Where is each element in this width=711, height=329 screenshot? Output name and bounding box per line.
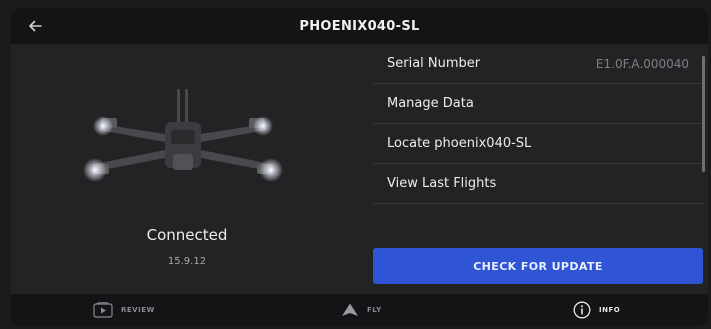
fly-arrow-icon: [342, 303, 358, 316]
nav-fly[interactable]: FLY: [341, 294, 382, 326]
serial-number-row[interactable]: Serial Number E1.0F.A.000040: [373, 44, 703, 84]
app-window: PHOENIX040-SL Connected 15.9.12 Serial N…: [11, 8, 708, 326]
page-title: PHOENIX040-SL: [299, 18, 420, 34]
nav-info-label: INFO: [599, 306, 621, 314]
drone-image: [83, 89, 283, 182]
nav-fly-label: FLY: [367, 306, 382, 314]
view-last-flights-row[interactable]: View Last Flights: [373, 164, 703, 204]
manage-data-label: Manage Data: [387, 96, 474, 111]
device-panel: Connected 15.9.12: [11, 44, 363, 294]
info-icon: [573, 301, 591, 319]
faded-list-row: [387, 214, 689, 238]
bottom-nav: REVIEW FLY INFO: [11, 294, 708, 326]
arrow-left-icon: [29, 20, 42, 32]
review-play-icon: [93, 302, 113, 318]
scrollbar[interactable]: [702, 56, 705, 172]
check-for-update-button[interactable]: CHECK FOR UPDATE: [373, 248, 703, 284]
nav-review-label: REVIEW: [121, 306, 155, 314]
view-last-flights-label: View Last Flights: [387, 176, 497, 191]
serial-number-label: Serial Number: [387, 56, 481, 71]
nav-info[interactable]: INFO: [573, 294, 620, 326]
manage-data-row[interactable]: Manage Data: [373, 84, 703, 124]
top-bar: PHOENIX040-SL: [11, 8, 708, 44]
firmware-version: 15.9.12: [167, 256, 207, 267]
back-button[interactable]: [23, 14, 47, 38]
locate-drone-label: Locate phoenix040-SL: [387, 136, 532, 151]
connection-status: Connected: [146, 226, 228, 244]
locate-drone-row[interactable]: Locate phoenix040-SL: [373, 124, 703, 164]
info-menu: Serial Number E1.0F.A.000040 Manage Data…: [373, 44, 705, 254]
serial-number-value: E1.0F.A.000040: [595, 56, 689, 71]
nav-review[interactable]: REVIEW: [93, 294, 155, 326]
